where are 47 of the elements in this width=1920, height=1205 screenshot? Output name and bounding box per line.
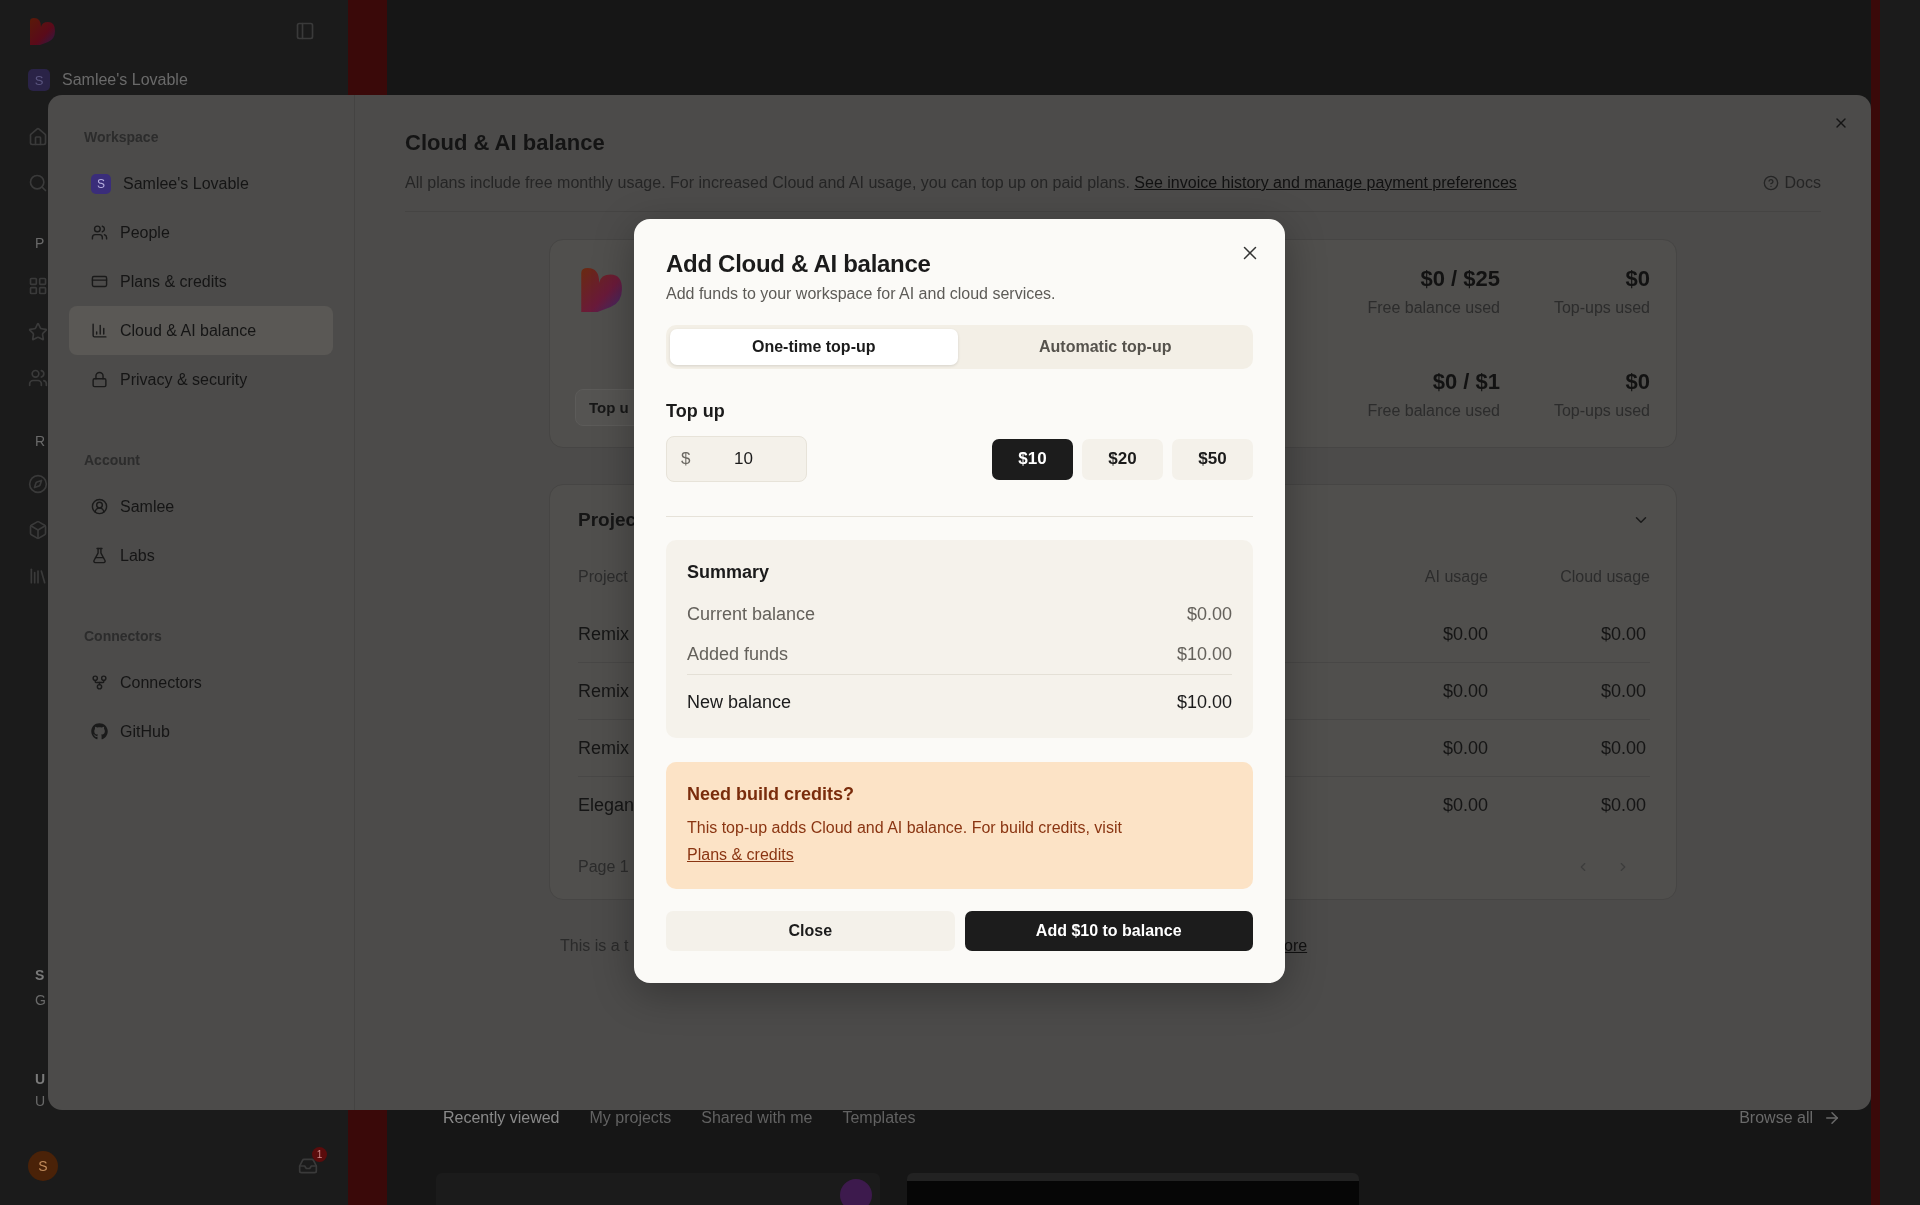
- workspace-avatar: S: [28, 69, 50, 91]
- table-cell: Remix: [578, 737, 629, 759]
- card-title: Projec: [578, 509, 637, 531]
- nav-label: Samlee's Lovable: [123, 174, 249, 193]
- promo-title: U: [35, 1070, 46, 1089]
- summary-value: $0.00: [1186, 603, 1232, 625]
- dialog-subtitle: Add funds to your workspace for AI and cloud services.: [666, 284, 1057, 304]
- table-cell: $0.00: [1442, 737, 1488, 759]
- stat-value: $0: [1625, 371, 1650, 393]
- section-label: R: [35, 432, 46, 451]
- table-cell: Remix: [578, 623, 629, 645]
- summary-value: $10.00: [1176, 691, 1232, 713]
- stat-value: $0 / $25: [1420, 268, 1500, 290]
- table-cell-text: $0.00: [1600, 623, 1647, 645]
- currency-symbol: $: [681, 449, 691, 469]
- stat-value: $0: [1625, 268, 1650, 290]
- table-cell: $0.00: [1442, 795, 1488, 816]
- notice-title: Need build credits?: [687, 783, 856, 806]
- notification-badge: 1: [312, 1147, 327, 1162]
- nav-label: People: [120, 223, 170, 242]
- summary-label: Added funds: [687, 643, 789, 665]
- summary-label: New balance: [687, 691, 792, 713]
- summary-value: $10.00: [1176, 643, 1232, 665]
- summary-title: Summary: [687, 561, 771, 584]
- section-label: Top up: [666, 400, 726, 423]
- table-cell-text: $0.00: [1600, 795, 1647, 816]
- promo-text: G: [35, 991, 46, 1010]
- table-cell: $0.00: [1442, 623, 1488, 645]
- workspace-avatar: S: [91, 173, 111, 194]
- nav-label: Labs: [120, 546, 155, 565]
- table-cell: Elegan: [578, 795, 635, 816]
- stat-value: $0 / $1: [1432, 371, 1500, 393]
- summary-label: Current balance: [687, 603, 816, 625]
- nav-label: GitHub: [120, 722, 170, 741]
- dialog-title: Add Cloud & AI balance: [666, 249, 932, 279]
- section-label: P: [35, 234, 45, 253]
- nav-label: Connectors: [120, 673, 202, 692]
- promo-title: S: [35, 966, 45, 985]
- table-cell-text: $0.00: [1600, 737, 1647, 759]
- table-cell-text: $0.00: [1600, 680, 1647, 702]
- page-title: Cloud & AI balance: [405, 131, 606, 155]
- notice-text: This top-up adds Cloud and AI balance. For build credits, visit Plans & credits: [687, 818, 1123, 865]
- nav-label: Cloud & AI balance: [120, 321, 257, 340]
- table-cell: $0.00: [1442, 680, 1488, 702]
- promo-text: U: [35, 1092, 46, 1111]
- table-cell: Remix: [578, 680, 629, 702]
- nav-label: Samlee: [120, 497, 175, 516]
